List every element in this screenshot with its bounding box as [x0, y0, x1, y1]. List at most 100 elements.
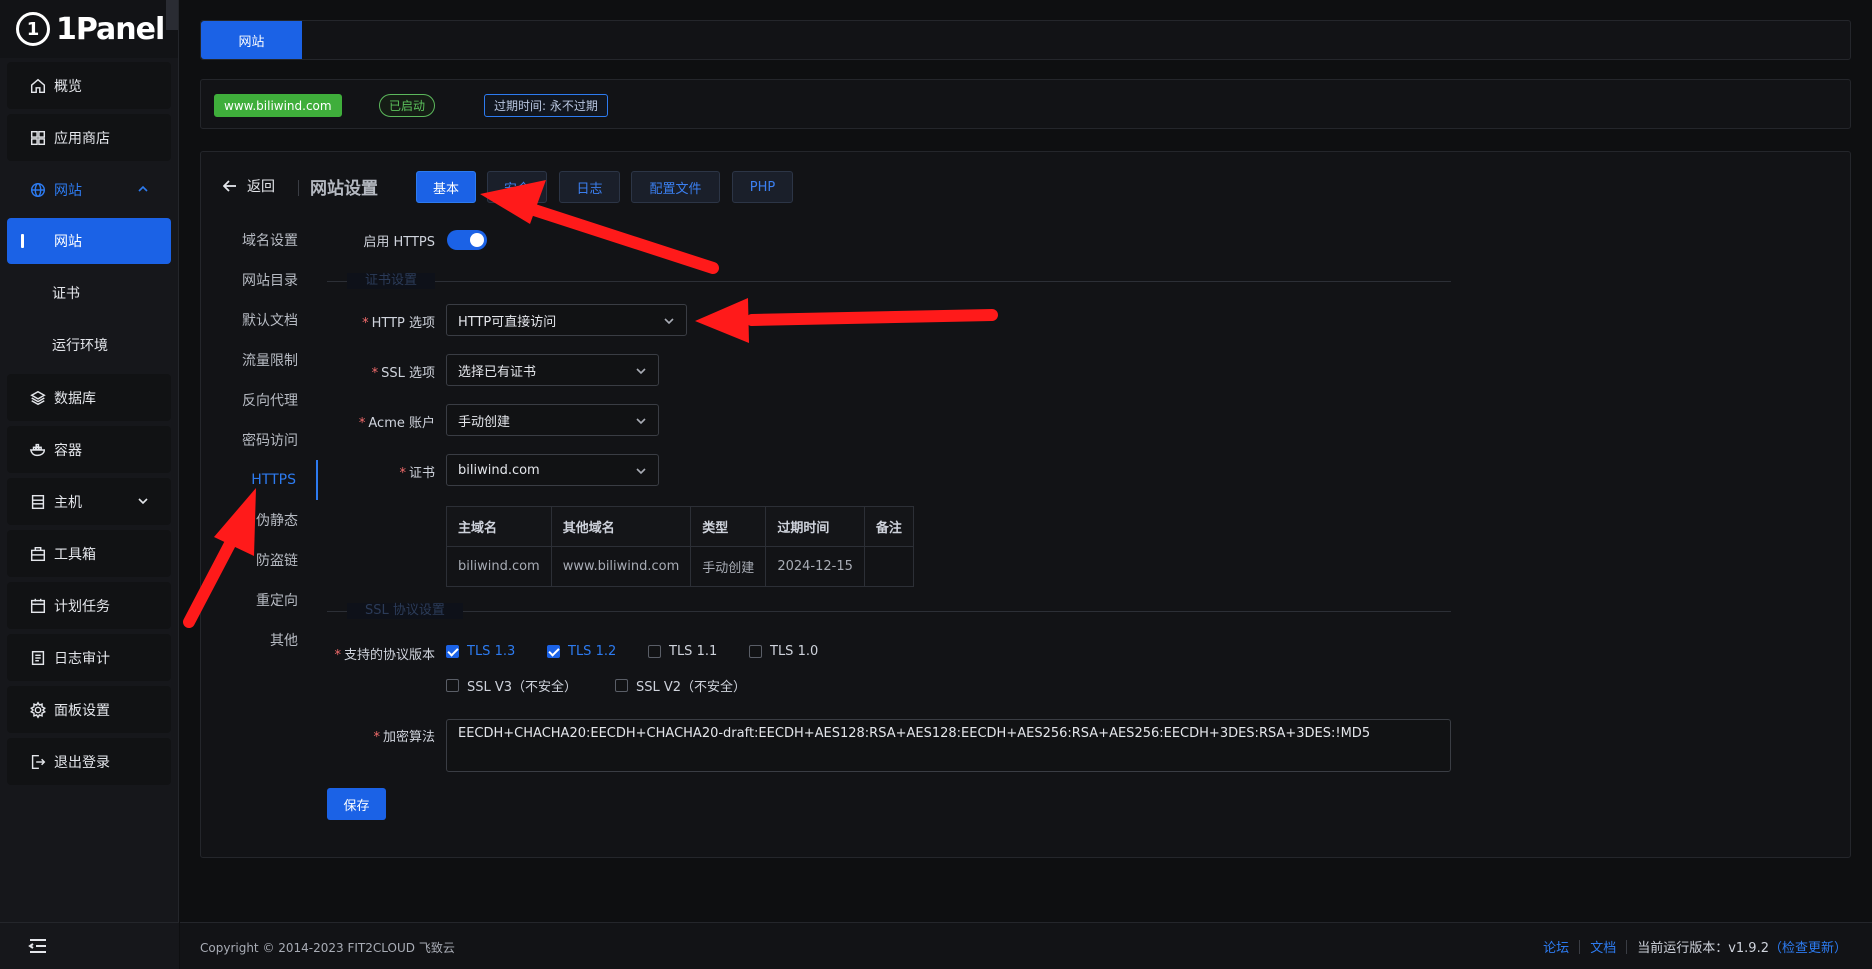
chevron-down-icon: [663, 315, 675, 327]
logout-icon: [28, 752, 48, 772]
menu-collapse-icon: [28, 939, 46, 953]
back-label: 返回: [247, 179, 275, 195]
http-option-select[interactable]: HTTP可直接访问: [446, 304, 687, 336]
sidebar-subitem-website[interactable]: 网站: [7, 218, 171, 264]
sidebar-item-label: 容器: [54, 442, 82, 459]
checkbox-label: SSL V2（不安全）: [636, 680, 747, 695]
acme-account-select[interactable]: 手动创建: [446, 404, 659, 436]
tab-config-file[interactable]: 配置文件: [631, 171, 720, 203]
sidebar-item-panel-settings[interactable]: 面板设置: [7, 686, 171, 733]
sidebar: 1 1Panel 概览 应用商店 网站 网站 证书 运行环境 数据库 容器 主机…: [0, 0, 179, 969]
checkbox-label: TLS 1.3: [467, 644, 516, 659]
toolbox-icon: [28, 544, 48, 564]
subnav-redirect[interactable]: 重定向: [201, 580, 318, 620]
sidebar-item-app-store[interactable]: 应用商店: [7, 114, 171, 161]
certificate-label: * 证书: [321, 462, 435, 481]
checkbox-label: TLS 1.1: [669, 644, 718, 659]
sidebar-subitem-certificate[interactable]: 证书: [7, 270, 171, 316]
switch-knob: [470, 233, 484, 247]
table-row: biliwind.com www.biliwind.com 手动创建 2024-…: [446, 546, 914, 587]
acme-account-label: * Acme 账户: [321, 412, 435, 431]
checkbox-box: [547, 645, 560, 658]
collapse-sidebar-button[interactable]: [0, 922, 179, 969]
footer: Copyright © 2014-2023 FIT2CLOUD 飞致云 论坛 文…: [180, 922, 1872, 969]
server-icon: [28, 492, 48, 512]
tab-security[interactable]: 安全: [487, 171, 547, 203]
sidebar-item-toolbox[interactable]: 工具箱: [7, 530, 171, 577]
protocols-label-text: 支持的协议版本: [343, 648, 435, 663]
subnav-password-access[interactable]: 密码访问: [201, 420, 318, 460]
sidebar-item-container[interactable]: 容器: [7, 426, 171, 473]
acme-account-label-text: Acme 账户: [368, 416, 435, 431]
checkbox-tls13[interactable]: TLS 1.3: [446, 644, 515, 659]
acme-account-value: 手动创建: [458, 414, 511, 430]
sidebar-item-database[interactable]: 数据库: [7, 374, 171, 421]
brand-logo[interactable]: 1 1Panel: [0, 0, 178, 58]
sidebar-item-label: 数据库: [54, 390, 96, 407]
save-button[interactable]: 保存: [327, 788, 386, 820]
sidebar-item-host[interactable]: 主机: [7, 478, 171, 525]
cipher-label-text: 加密算法: [382, 730, 435, 745]
website-settings-panel: 返回 网站设置 基本 安全 日志 配置文件 PHP 域名设置 网站目录 默认文档…: [200, 151, 1851, 858]
tab-basic[interactable]: 基本: [416, 171, 476, 203]
docs-link[interactable]: 文档: [1590, 937, 1616, 956]
sidebar-item-label: 计划任务: [54, 598, 110, 615]
checkbox-sslv3[interactable]: SSL V3（不安全）: [446, 676, 577, 695]
tab-php[interactable]: PHP: [732, 171, 793, 203]
sidebar-item-log-audit[interactable]: 日志审计: [7, 634, 171, 681]
checkbox-label: SSL V3（不安全）: [467, 680, 578, 695]
required-mark: *: [399, 466, 406, 481]
checkbox-box: [615, 679, 628, 692]
chevron-up-icon: [137, 183, 149, 195]
sidebar-subitem-runtime[interactable]: 运行环境: [7, 322, 171, 368]
ssl-section-divider: SSL 协议设置: [327, 603, 1451, 619]
page-title: 网站设置: [310, 179, 378, 199]
sidebar-item-logout[interactable]: 退出登录: [7, 738, 171, 785]
certificate-table: 主域名 其他域名 类型 过期时间 备注 biliwind.com www.bil…: [446, 506, 914, 587]
ssl-option-select[interactable]: 选择已有证书: [446, 354, 659, 386]
cipher-textarea[interactable]: EECDH+CHACHA20:EECDH+CHACHA20-draft:EECD…: [446, 719, 1451, 772]
sidebar-item-overview[interactable]: 概览: [7, 62, 171, 109]
protocols-label: * 支持的协议版本: [301, 644, 435, 663]
http-option-label: * HTTP 选项: [321, 312, 435, 331]
certificate-select[interactable]: biliwind.com: [446, 454, 659, 486]
sidebar-item-label: 退出登录: [54, 754, 110, 771]
sidebar-item-label: 工具箱: [54, 546, 96, 563]
tab-website[interactable]: 网站: [201, 21, 302, 59]
tab-log[interactable]: 日志: [559, 171, 620, 203]
table-cell: 2024-12-15: [765, 546, 865, 587]
checkbox-tls12[interactable]: TLS 1.2: [547, 644, 616, 659]
checkbox-box: [446, 645, 459, 658]
log-icon: [28, 648, 48, 668]
checkbox-tls11[interactable]: TLS 1.1: [648, 644, 717, 659]
check-update-link[interactable]: （检查更新）: [1769, 937, 1847, 956]
forum-link[interactable]: 论坛: [1543, 937, 1569, 956]
required-mark: *: [358, 416, 366, 431]
subnav-domain[interactable]: 域名设置: [201, 220, 318, 260]
subnav-site-dir[interactable]: 网站目录: [201, 260, 318, 300]
subnav-https[interactable]: HTTPS: [201, 460, 318, 500]
http-option-value: HTTP可直接访问: [458, 314, 557, 330]
footer-divider: [1626, 939, 1628, 954]
sidebar-item-website[interactable]: 网站: [7, 166, 171, 213]
table-header: 类型: [690, 506, 767, 547]
sidebar-item-cron[interactable]: 计划任务: [7, 582, 171, 629]
enable-https-switch[interactable]: [447, 230, 487, 250]
subnav-rewrite[interactable]: 伪静态: [201, 500, 318, 540]
subnav-default-doc[interactable]: 默认文档: [201, 300, 318, 340]
checkbox-box: [749, 645, 762, 658]
checkbox-sslv2[interactable]: SSL V2（不安全）: [615, 676, 746, 695]
ssl-option-value: 选择已有证书: [458, 364, 537, 380]
subnav-rate-limit[interactable]: 流量限制: [201, 340, 318, 380]
checkbox-box: [648, 645, 661, 658]
chevron-down-icon: [635, 415, 647, 427]
docker-icon: [28, 440, 48, 460]
checkbox-tls10[interactable]: TLS 1.0: [749, 644, 818, 659]
subnav-reverse-proxy[interactable]: 反向代理: [201, 380, 318, 420]
sidebar-item-label: 应用商店: [54, 130, 110, 147]
gear-icon: [28, 700, 48, 720]
back-button[interactable]: 返回: [223, 176, 275, 196]
subnav-anti-leech[interactable]: 防盗链: [201, 540, 318, 580]
home-icon: [28, 76, 48, 96]
checkbox-label: TLS 1.2: [568, 644, 617, 659]
